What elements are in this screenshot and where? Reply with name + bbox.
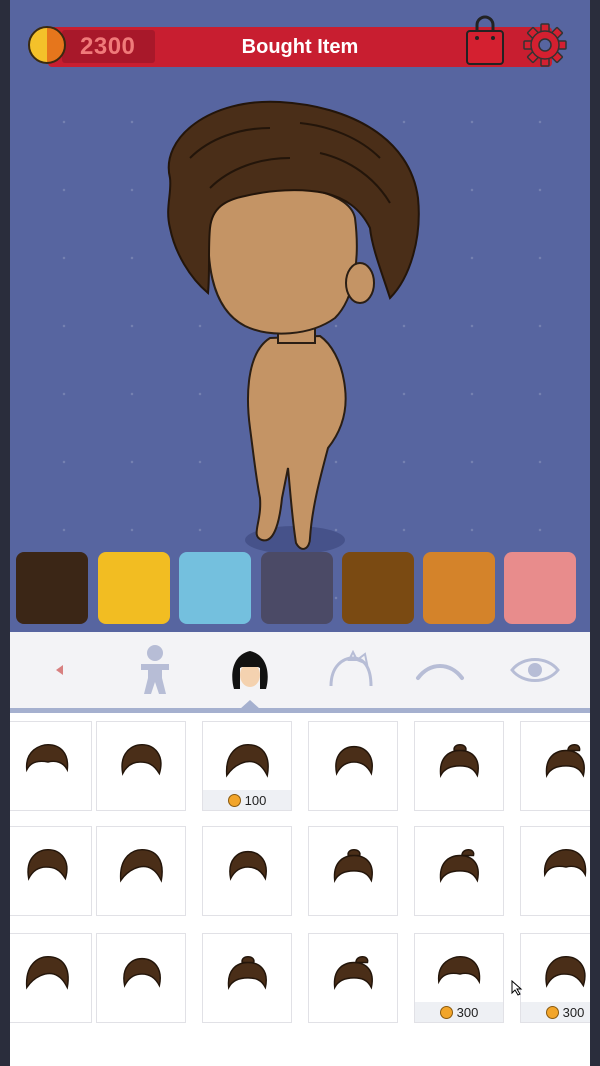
coin-icon [439, 1005, 453, 1019]
coin-icon [28, 26, 66, 64]
eyebrow-icon [416, 664, 464, 680]
right-edge [590, 0, 600, 1066]
hair-style-icon [121, 743, 162, 776]
price-tag: 300 [415, 1002, 503, 1022]
coin-icon [227, 793, 241, 807]
tab-eyebrow[interactable] [410, 640, 470, 700]
price-value: 300 [562, 1004, 585, 1020]
color-swatch[interactable] [261, 552, 333, 624]
active-tab-pointer [240, 700, 260, 709]
body-icon [141, 645, 169, 694]
price-tag: 100 [203, 790, 291, 810]
hair-item[interactable] [96, 933, 186, 1023]
hair-item[interactable] [10, 721, 92, 811]
tab-eyes[interactable] [505, 640, 565, 700]
eye-icon [510, 658, 560, 682]
coin-count: 2300 [80, 33, 136, 60]
hair-style-icon [26, 955, 69, 990]
hair-style-icon [226, 743, 269, 778]
hair-icon [232, 651, 268, 689]
hair-item[interactable]: 300 [414, 933, 504, 1023]
left-edge [0, 0, 10, 1066]
hair-style-icon [545, 955, 586, 988]
price-tag: 300 [521, 1002, 590, 1022]
hair-style-icon [544, 848, 587, 878]
hair-style-icon [27, 848, 68, 881]
color-swatch[interactable] [179, 552, 251, 624]
avatar-character [167, 100, 420, 554]
color-swatch[interactable] [423, 552, 495, 624]
page-title: Bought Item [241, 36, 359, 58]
gear-icon[interactable] [522, 22, 568, 68]
tab-hair[interactable] [220, 640, 280, 700]
price-value: 300 [456, 1004, 479, 1020]
hair-item[interactable] [10, 826, 92, 916]
hair-item[interactable] [520, 826, 590, 916]
hair-style-icon [333, 848, 373, 884]
hair-item[interactable] [308, 933, 398, 1023]
price-value: 100 [244, 792, 267, 808]
color-swatch[interactable] [16, 552, 88, 624]
hair-style-icon [333, 955, 373, 991]
hair-style-icon [545, 743, 585, 779]
color-swatch[interactable] [98, 552, 170, 624]
hair-style-icon [123, 957, 161, 988]
hair-style-icon [438, 955, 481, 985]
headband-icon [329, 650, 373, 687]
hair-style-icon [227, 955, 267, 991]
hair-item[interactable] [414, 721, 504, 811]
hair-style-icon [120, 848, 163, 883]
hair-item[interactable] [10, 933, 92, 1023]
hair-style-icon [26, 743, 69, 773]
hair-style-icon [229, 850, 267, 881]
hair-item[interactable] [520, 721, 590, 811]
category-tab-bar [10, 632, 590, 710]
hair-item[interactable] [414, 826, 504, 916]
hair-style-icon [439, 848, 479, 884]
arrow-left-icon [56, 665, 63, 675]
color-swatch[interactable] [342, 552, 414, 624]
color-swatch-row [0, 548, 600, 630]
hair-item[interactable] [96, 826, 186, 916]
coin-icon [545, 1005, 559, 1019]
tab-body[interactable] [125, 640, 185, 700]
mouse-cursor-icon [511, 980, 523, 996]
hair-item-grid: 100 300 300 [10, 713, 590, 1066]
hair-item[interactable] [96, 721, 186, 811]
tab-arrow-left[interactable] [30, 640, 90, 700]
hair-item[interactable]: 100 [202, 721, 292, 811]
hair-item[interactable] [308, 826, 398, 916]
hair-style-icon [335, 745, 373, 776]
color-swatch[interactable] [504, 552, 576, 624]
shopping-bag-icon[interactable] [464, 14, 506, 66]
hair-item[interactable] [202, 826, 292, 916]
hair-item[interactable] [308, 721, 398, 811]
tab-accessory[interactable] [320, 640, 380, 700]
hair-item[interactable]: 300 [520, 933, 590, 1023]
hair-style-icon [439, 743, 479, 779]
hair-item[interactable] [202, 933, 292, 1023]
